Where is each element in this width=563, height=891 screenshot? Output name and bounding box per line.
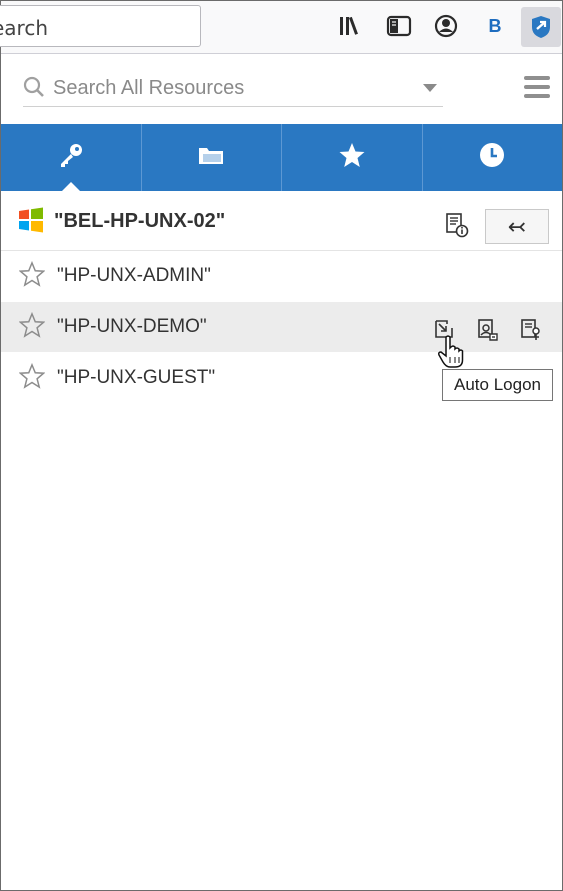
favorite-star-icon[interactable] — [18, 260, 46, 292]
tab-folders[interactable] — [140, 124, 282, 191]
account-icon[interactable] — [432, 11, 460, 41]
tooltip-text: Auto Logon — [454, 375, 541, 394]
extension-shield-icon[interactable] — [521, 7, 561, 47]
password-request-icon[interactable] — [519, 318, 543, 347]
star-icon — [338, 141, 366, 174]
library-icon[interactable] — [337, 11, 365, 41]
tab-bar — [1, 124, 562, 191]
url-bar-text: earch — [0, 16, 49, 40]
windows-logo-icon — [18, 207, 43, 233]
extension-letter: B — [488, 15, 502, 36]
sidebar-icon[interactable] — [385, 11, 413, 41]
auto-logon-tooltip: Auto Logon — [442, 369, 553, 401]
tab-favorites[interactable] — [281, 124, 422, 191]
account-name: "HP-UNX-DEMO" — [57, 316, 207, 337]
menu-icon[interactable] — [524, 76, 550, 100]
search-icon — [23, 76, 45, 103]
tab-recent[interactable] — [421, 124, 563, 191]
account-name: "HP-UNX-GUEST" — [57, 367, 216, 388]
browser-popup-frame: earch B Search All Resources — [0, 0, 563, 891]
tab-resources[interactable] — [1, 124, 141, 191]
favorite-star-icon[interactable] — [18, 362, 46, 394]
resource-details-icon[interactable] — [445, 212, 469, 243]
resource-title: "BEL-HP-UNX-02" — [54, 210, 226, 232]
back-arrow-icon: ↢ — [507, 213, 527, 239]
resource-header: "BEL-HP-UNX-02" ↢ — [1, 192, 562, 251]
favorite-star-icon[interactable] — [18, 311, 46, 343]
back-button[interactable]: ↢ — [485, 209, 549, 244]
key-icon — [56, 140, 86, 175]
account-row[interactable]: "HP-UNX-DEMO" — [1, 302, 562, 352]
account-name: "HP-UNX-ADMIN" — [57, 265, 211, 286]
browser-toolbar: earch B — [0, 1, 562, 54]
clock-icon — [478, 141, 506, 174]
search-placeholder: Search All Resources — [53, 77, 245, 99]
account-checkout-icon[interactable] — [475, 318, 499, 347]
search-input[interactable]: Search All Resources — [23, 70, 443, 107]
account-row[interactable]: "HP-UNX-ADMIN" — [1, 251, 562, 301]
bitwarden-extension-icon[interactable]: B — [481, 11, 509, 41]
url-bar[interactable]: earch — [0, 5, 201, 47]
search-row: Search All Resources — [1, 54, 562, 124]
folder-icon — [197, 143, 225, 172]
chevron-down-icon[interactable] — [423, 84, 437, 92]
